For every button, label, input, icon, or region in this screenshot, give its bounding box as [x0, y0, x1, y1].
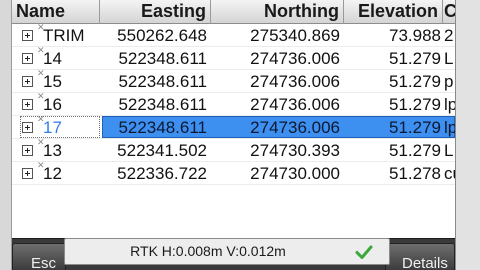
left-bezel — [0, 0, 12, 270]
column-header-northing[interactable]: Northing — [211, 0, 344, 24]
cell-code: L — [444, 141, 454, 160]
cell-northing: 275340.869 — [250, 26, 340, 45]
expand-plus-icon[interactable] — [22, 53, 33, 64]
cell-easting: 522348.611 — [118, 95, 207, 114]
points-table: Name Easting Northing Elevation C ✕ TRIM… — [12, 0, 455, 185]
cell-northing: 274730.393 — [250, 141, 340, 160]
cell-northing: 274736.006 — [250, 49, 340, 68]
column-header-name[interactable]: Name — [12, 0, 100, 24]
table-row[interactable]: ✕ 14 522348.611 274736.006 51.279 L — [12, 45, 455, 70]
cell-elevation: 51.279 — [389, 95, 441, 114]
expand-plus-icon[interactable] — [22, 168, 33, 179]
expand-plus-icon[interactable] — [22, 99, 33, 110]
cell-northing: 274736.006 — [250, 118, 340, 137]
cell-code: L — [444, 49, 454, 68]
cell-easting: 522348.611 — [118, 72, 207, 91]
cell-name: 14 — [43, 49, 62, 68]
cell-code: lp — [444, 118, 455, 137]
rtk-status-panel: RTK H:0.008m V:0.012m — [64, 238, 390, 265]
expand-plus-icon[interactable] — [22, 122, 33, 133]
table-row[interactable]: ✕ 15 522348.611 274736.006 51.279 p — [12, 68, 455, 93]
cell-code: 2 — [444, 26, 454, 45]
cell-easting: 522336.722 — [117, 164, 207, 183]
green-check-icon — [355, 245, 373, 259]
table-row[interactable]: ✕ 16 522348.611 274736.006 51.279 lp — [12, 91, 455, 116]
cell-code: cu — [444, 164, 455, 183]
cell-code: lp — [444, 95, 455, 114]
column-header-easting[interactable]: Easting — [100, 0, 211, 24]
cell-elevation: 51.279 — [389, 72, 441, 91]
table-row-selected[interactable]: ✕ 17 522348.611 274736.006 51.279 lp — [12, 114, 455, 139]
cell-elevation: 73.988 — [389, 26, 441, 45]
cell-easting: 550262.648 — [117, 26, 207, 45]
cell-northing: 274730.000 — [250, 164, 340, 183]
cell-name: 12 — [43, 164, 62, 183]
cell-code: p — [444, 72, 454, 91]
cell-name: 17 — [43, 118, 62, 137]
softkey-bar: Esc Details RTK H:0.008m V:0.012m — [12, 238, 455, 270]
cell-name: 13 — [43, 141, 62, 160]
table-row[interactable]: ✕ 12 522336.722 274730.000 51.278 cu — [12, 160, 455, 185]
expand-plus-icon[interactable] — [22, 145, 33, 156]
expand-plus-icon[interactable] — [22, 76, 33, 87]
cell-name: TRIM — [43, 26, 85, 45]
table-header: Name Easting Northing Elevation C — [12, 0, 455, 24]
rtk-precision-text: RTK H:0.008m V:0.012m — [130, 243, 286, 259]
cell-northing: 274736.006 — [250, 72, 340, 91]
cell-elevation: 51.279 — [389, 141, 441, 160]
esc-button[interactable]: Esc — [12, 243, 66, 270]
cell-elevation: 51.279 — [389, 118, 441, 137]
cell-name: 15 — [43, 72, 62, 91]
cell-elevation: 51.278 — [389, 164, 441, 183]
column-header-elevation[interactable]: Elevation — [344, 0, 443, 24]
cell-northing: 274736.006 — [250, 95, 340, 114]
cell-easting: 522348.611 — [118, 118, 207, 137]
right-bezel — [455, 0, 480, 270]
cell-easting: 522348.611 — [118, 49, 207, 68]
expand-plus-icon[interactable] — [22, 30, 33, 41]
table-row[interactable]: ✕ TRIM 550262.648 275340.869 73.988 2 — [12, 22, 455, 47]
table-row[interactable]: ✕ 13 522341.502 274730.393 51.279 L — [12, 137, 455, 162]
cell-elevation: 51.279 — [389, 49, 441, 68]
column-header-code[interactable]: C — [443, 0, 455, 24]
details-button[interactable]: Details — [385, 243, 455, 270]
cell-name: 16 — [43, 95, 62, 114]
cell-easting: 522341.502 — [117, 141, 207, 160]
